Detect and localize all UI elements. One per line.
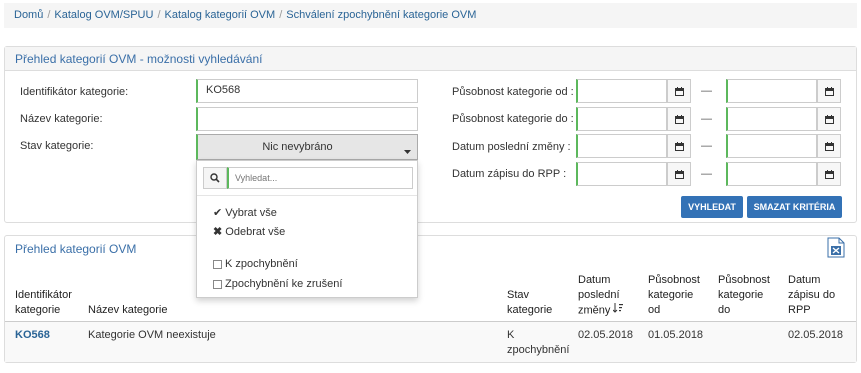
calendar-icon[interactable] (817, 107, 841, 131)
valid-from-end-input[interactable] (726, 79, 817, 103)
rpp-end-input[interactable] (726, 162, 817, 186)
check-icon: ✔ (213, 207, 223, 219)
range-dash: — (701, 85, 712, 97)
breadcrumb: Domů / Katalog OVM/SPUU / Katalog kategorií … (4, 3, 857, 28)
search-button[interactable]: VYHLEDAT (681, 196, 743, 218)
col-header-valid-from: Působnost kategorie od (648, 274, 700, 316)
state-select-value: Nic nevybráno (262, 141, 333, 153)
select-all-option[interactable]: ✔ Vybrat vše (213, 206, 277, 219)
option-zpochybneni-ke-zruseni[interactable]: Zpochybnění ke zrušení (213, 278, 342, 290)
id-label: Identifikátor kategorie: (20, 86, 129, 98)
caret-down-icon (404, 145, 411, 157)
state-dropdown-menu: ✔ Vybrat vše ✖ Odebrat vše K zpochybnění… (196, 160, 418, 298)
last-change-end-input[interactable] (726, 134, 817, 158)
row-last-change: 02.05.2018 (578, 329, 634, 341)
col-header-valid-to: Působnost kategorie do (718, 274, 770, 316)
col-header-last-change[interactable]: Datum poslední změny (578, 273, 640, 318)
calendar-icon[interactable] (667, 134, 691, 158)
breadcrumb-separator: / (157, 9, 161, 21)
breadcrumb-current[interactable]: Schválení zpochybnění kategorie OVM (286, 9, 476, 21)
row-valid-from: 01.05.2018 (648, 329, 704, 341)
calendar-icon[interactable] (667, 162, 691, 186)
option-k-zpochybneni[interactable]: K zpochybnění (213, 258, 298, 270)
row-name: Kategorie OVM neexistuje (88, 329, 216, 341)
clear-criteria-button[interactable]: SMAZAT KRITÉRIA (747, 196, 842, 218)
calendar-icon[interactable] (817, 162, 841, 186)
remove-icon: ✖ (213, 226, 223, 238)
calendar-icon[interactable] (817, 134, 841, 158)
col-header-id: Identifikátor kategorie (15, 289, 72, 316)
calendar-icon[interactable] (817, 79, 841, 103)
name-label: Název kategorie: (20, 113, 103, 125)
rpp-start-input[interactable] (576, 162, 667, 186)
range-dash: — (701, 140, 712, 152)
calendar-icon[interactable] (667, 79, 691, 103)
rpp-label: Datum zápisu do RPP : (452, 168, 567, 180)
col-header-name: Název kategorie (88, 304, 168, 316)
deselect-all-option[interactable]: ✖ Odebrat vše (213, 225, 285, 238)
last-change-label: Datum poslední změny : (452, 141, 571, 153)
calendar-icon[interactable] (667, 107, 691, 131)
breadcrumb-category-catalog[interactable]: Katalog kategorií OVM (165, 9, 276, 21)
option-label: K zpochybnění (225, 258, 298, 270)
checkbox-icon[interactable] (213, 279, 222, 289)
valid-to-end-input[interactable] (726, 107, 817, 131)
range-dash: — (701, 113, 712, 125)
col-header-rpp: Datum zápisu do RPP (788, 274, 836, 316)
results-panel-title: Přehled kategorií OVM (15, 242, 137, 256)
select-all-label: Vybrat vše (225, 207, 277, 219)
row-rpp: 02.05.2018 (788, 329, 844, 341)
state-label: Stav kategorie: (20, 140, 94, 152)
valid-from-label: Působnost kategorie od : (452, 86, 574, 98)
name-input[interactable] (196, 107, 418, 131)
row-state: K zpochybnění (507, 329, 570, 356)
range-dash: — (701, 168, 712, 180)
col-header-state: Stav kategorie (507, 289, 553, 316)
dropdown-divider (197, 195, 417, 196)
dropdown-search-input[interactable] (227, 167, 413, 189)
breadcrumb-catalog-ovm[interactable]: Katalog OVM/SPUU (54, 9, 153, 21)
option-label: Zpochybnění ke zrušení (225, 278, 343, 290)
breadcrumb-separator: / (279, 9, 283, 21)
sort-desc-icon[interactable] (613, 303, 624, 318)
valid-from-start-input[interactable] (576, 79, 667, 103)
id-input[interactable]: KO568 (196, 79, 418, 103)
breadcrumb-separator: / (47, 9, 51, 21)
valid-to-start-input[interactable] (576, 107, 667, 131)
deselect-all-label: Odebrat vše (225, 226, 286, 238)
valid-to-label: Působnost kategorie do : (452, 113, 574, 125)
state-select[interactable]: Nic nevybráno (196, 134, 418, 160)
breadcrumb-home[interactable]: Domů (14, 9, 43, 21)
checkbox-icon[interactable] (213, 259, 222, 269)
excel-export-icon[interactable] (827, 237, 845, 261)
search-panel-title: Přehled kategorií OVM - možnosti vyhledá… (5, 47, 856, 71)
last-change-start-input[interactable] (576, 134, 667, 158)
row-id-link[interactable]: KO568 (15, 328, 50, 343)
search-icon (203, 167, 227, 189)
